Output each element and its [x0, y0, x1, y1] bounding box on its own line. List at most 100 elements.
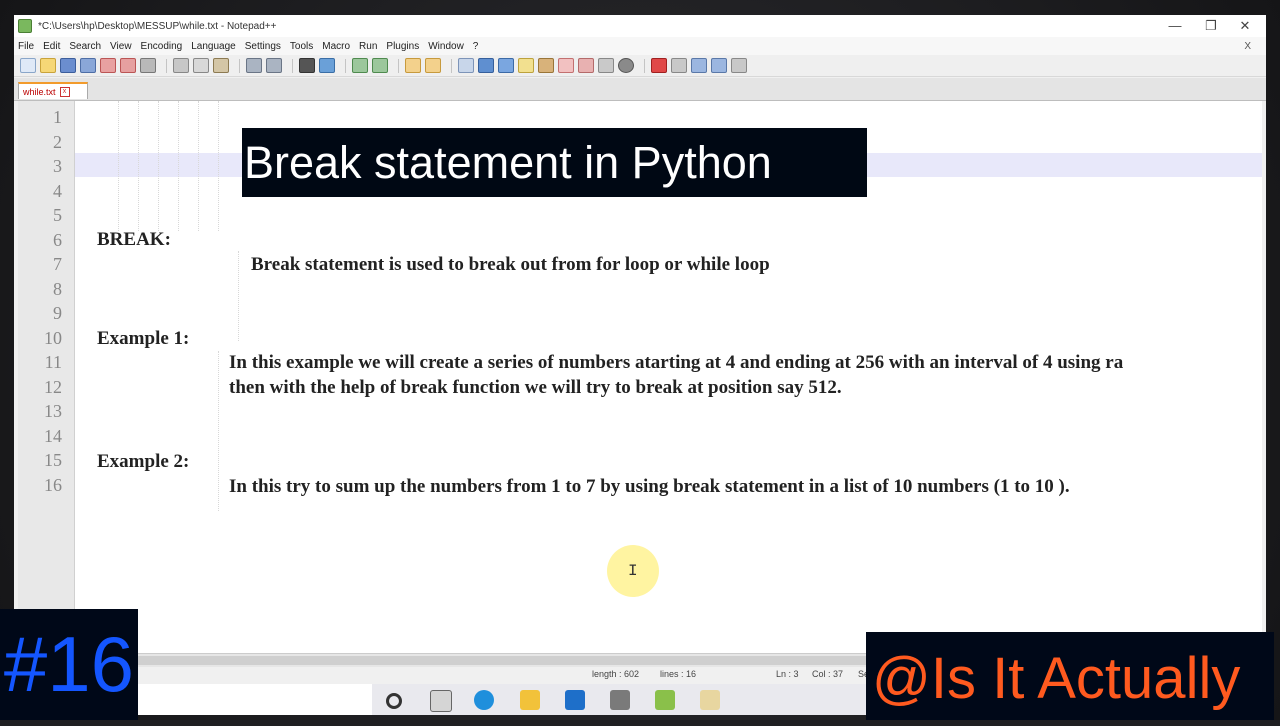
python-icon[interactable]	[700, 690, 720, 710]
status-column: Col : 37	[812, 669, 844, 679]
maximize-button[interactable]: ❐	[1194, 17, 1228, 35]
line-number: 10	[44, 328, 62, 348]
tab-label: while.txt	[23, 86, 56, 97]
word-wrap-icon[interactable]	[458, 58, 474, 73]
menu-help[interactable]: ?	[473, 41, 479, 52]
paste-icon[interactable]	[213, 58, 229, 73]
new-file-icon[interactable]	[20, 58, 36, 73]
toolbar-separator	[398, 58, 399, 73]
indent-guide	[238, 251, 239, 341]
doc-map-icon[interactable]	[518, 58, 534, 73]
line-number: 6	[53, 230, 62, 250]
indent-guide	[138, 101, 139, 231]
menu-window[interactable]: Window	[428, 41, 464, 52]
function-list-icon[interactable]	[538, 58, 554, 73]
close-file-icon[interactable]	[100, 58, 116, 73]
toolbar-separator	[166, 58, 167, 73]
line-number: 8	[53, 279, 62, 299]
show-all-chars-icon[interactable]	[478, 58, 494, 73]
tab-bar: while.txt x	[14, 78, 1266, 101]
cut-icon[interactable]	[173, 58, 189, 73]
run-macro-multiple-icon[interactable]	[711, 58, 727, 73]
record-icon[interactable]	[618, 58, 634, 73]
indent-guide	[158, 101, 159, 231]
task-view-icon[interactable]	[430, 690, 452, 712]
title-bar: *C:\Users\hp\Desktop\MESSUP\while.txt - …	[14, 15, 1266, 37]
indent-guide	[178, 101, 179, 231]
code-line-16: In this try to sum up the numbers from 1…	[229, 476, 1070, 497]
line-number: 4	[53, 181, 62, 201]
zoom-in-icon[interactable]	[352, 58, 368, 73]
stop-recording-icon[interactable]	[671, 58, 687, 73]
cortana-icon[interactable]	[386, 693, 402, 709]
open-file-icon[interactable]	[40, 58, 56, 73]
sync-vertical-icon[interactable]	[405, 58, 421, 73]
notepadpp-icon	[18, 19, 32, 33]
menu-plugins[interactable]: Plugins	[386, 41, 419, 52]
redo-icon[interactable]	[266, 58, 282, 73]
menu-bar: File Edit Search View Encoding Language …	[14, 37, 1266, 55]
toolbar	[14, 55, 1266, 77]
toolbar-separator	[239, 58, 240, 73]
close-button[interactable]: ✕	[1228, 17, 1262, 35]
menu-encoding[interactable]: Encoding	[141, 41, 183, 52]
line-number-gutter: 1 2 3 4 5 6 7 8 9 10 11 12 13 14 15 16	[18, 101, 75, 653]
start-recording-icon[interactable]	[651, 58, 667, 73]
save-macro-icon[interactable]	[731, 58, 747, 73]
line-number: 13	[44, 401, 62, 421]
close-all-icon[interactable]	[120, 58, 136, 73]
save-all-icon[interactable]	[80, 58, 96, 73]
code-line-6: BREAK:	[97, 229, 171, 250]
line-number: 15	[44, 450, 62, 470]
find-icon[interactable]	[299, 58, 315, 73]
notepadpp-window: *C:\Users\hp\Desktop\MESSUP\while.txt - …	[14, 15, 1266, 715]
line-number: 12	[44, 377, 62, 397]
menu-macro[interactable]: Macro	[322, 41, 350, 52]
toolbar-separator	[644, 58, 645, 73]
tab-while-txt[interactable]: while.txt x	[18, 82, 88, 99]
indent-guide	[118, 101, 119, 231]
undo-icon[interactable]	[246, 58, 262, 73]
user-lang-icon[interactable]	[598, 58, 614, 73]
status-line: Ln : 3	[776, 669, 799, 679]
menu-settings[interactable]: Settings	[245, 41, 281, 52]
tab-close-icon[interactable]: x	[59, 86, 70, 97]
file-explorer-icon[interactable]	[520, 690, 540, 710]
mail-icon[interactable]	[565, 690, 585, 710]
episode-badge: #16	[0, 609, 138, 720]
menu-tools[interactable]: Tools	[290, 41, 313, 52]
menu-edit[interactable]: Edit	[43, 41, 60, 52]
line-number: 11	[44, 352, 62, 372]
menu-run[interactable]: Run	[359, 41, 377, 52]
sync-horizontal-icon[interactable]	[425, 58, 441, 73]
calculator-icon[interactable]	[610, 690, 630, 710]
menu-file[interactable]: File	[18, 41, 34, 52]
folder-workspace-icon[interactable]	[558, 58, 574, 73]
code-line-12: then with the help of break function we …	[229, 377, 842, 398]
menu-search[interactable]: Search	[69, 41, 101, 52]
line-number: 14	[44, 426, 62, 446]
print-icon[interactable]	[140, 58, 156, 73]
copy-icon[interactable]	[193, 58, 209, 73]
line-number: 2	[53, 132, 62, 152]
status-length: length : 602	[592, 669, 640, 679]
code-line-7: Break statement is used to break out fro…	[251, 254, 770, 275]
toolbar-separator	[345, 58, 346, 73]
minimize-button[interactable]: —	[1158, 17, 1192, 35]
menu-view[interactable]: View	[110, 41, 132, 52]
monitoring-icon[interactable]	[578, 58, 594, 73]
indent-guide	[198, 101, 199, 231]
line-number: 9	[53, 303, 62, 323]
save-icon[interactable]	[60, 58, 76, 73]
line-number: 16	[44, 475, 62, 495]
playback-icon[interactable]	[691, 58, 707, 73]
menu-language[interactable]: Language	[191, 41, 236, 52]
zoom-out-icon[interactable]	[372, 58, 388, 73]
notepadpp-taskbar-icon[interactable]	[655, 690, 675, 710]
close-document-button[interactable]: X	[1244, 41, 1251, 52]
replace-icon[interactable]	[319, 58, 335, 73]
indent-guide-icon[interactable]	[498, 58, 514, 73]
channel-watermark: @Is It Actually	[866, 632, 1274, 720]
edge-icon[interactable]	[474, 690, 494, 710]
line-number: 5	[53, 205, 62, 225]
